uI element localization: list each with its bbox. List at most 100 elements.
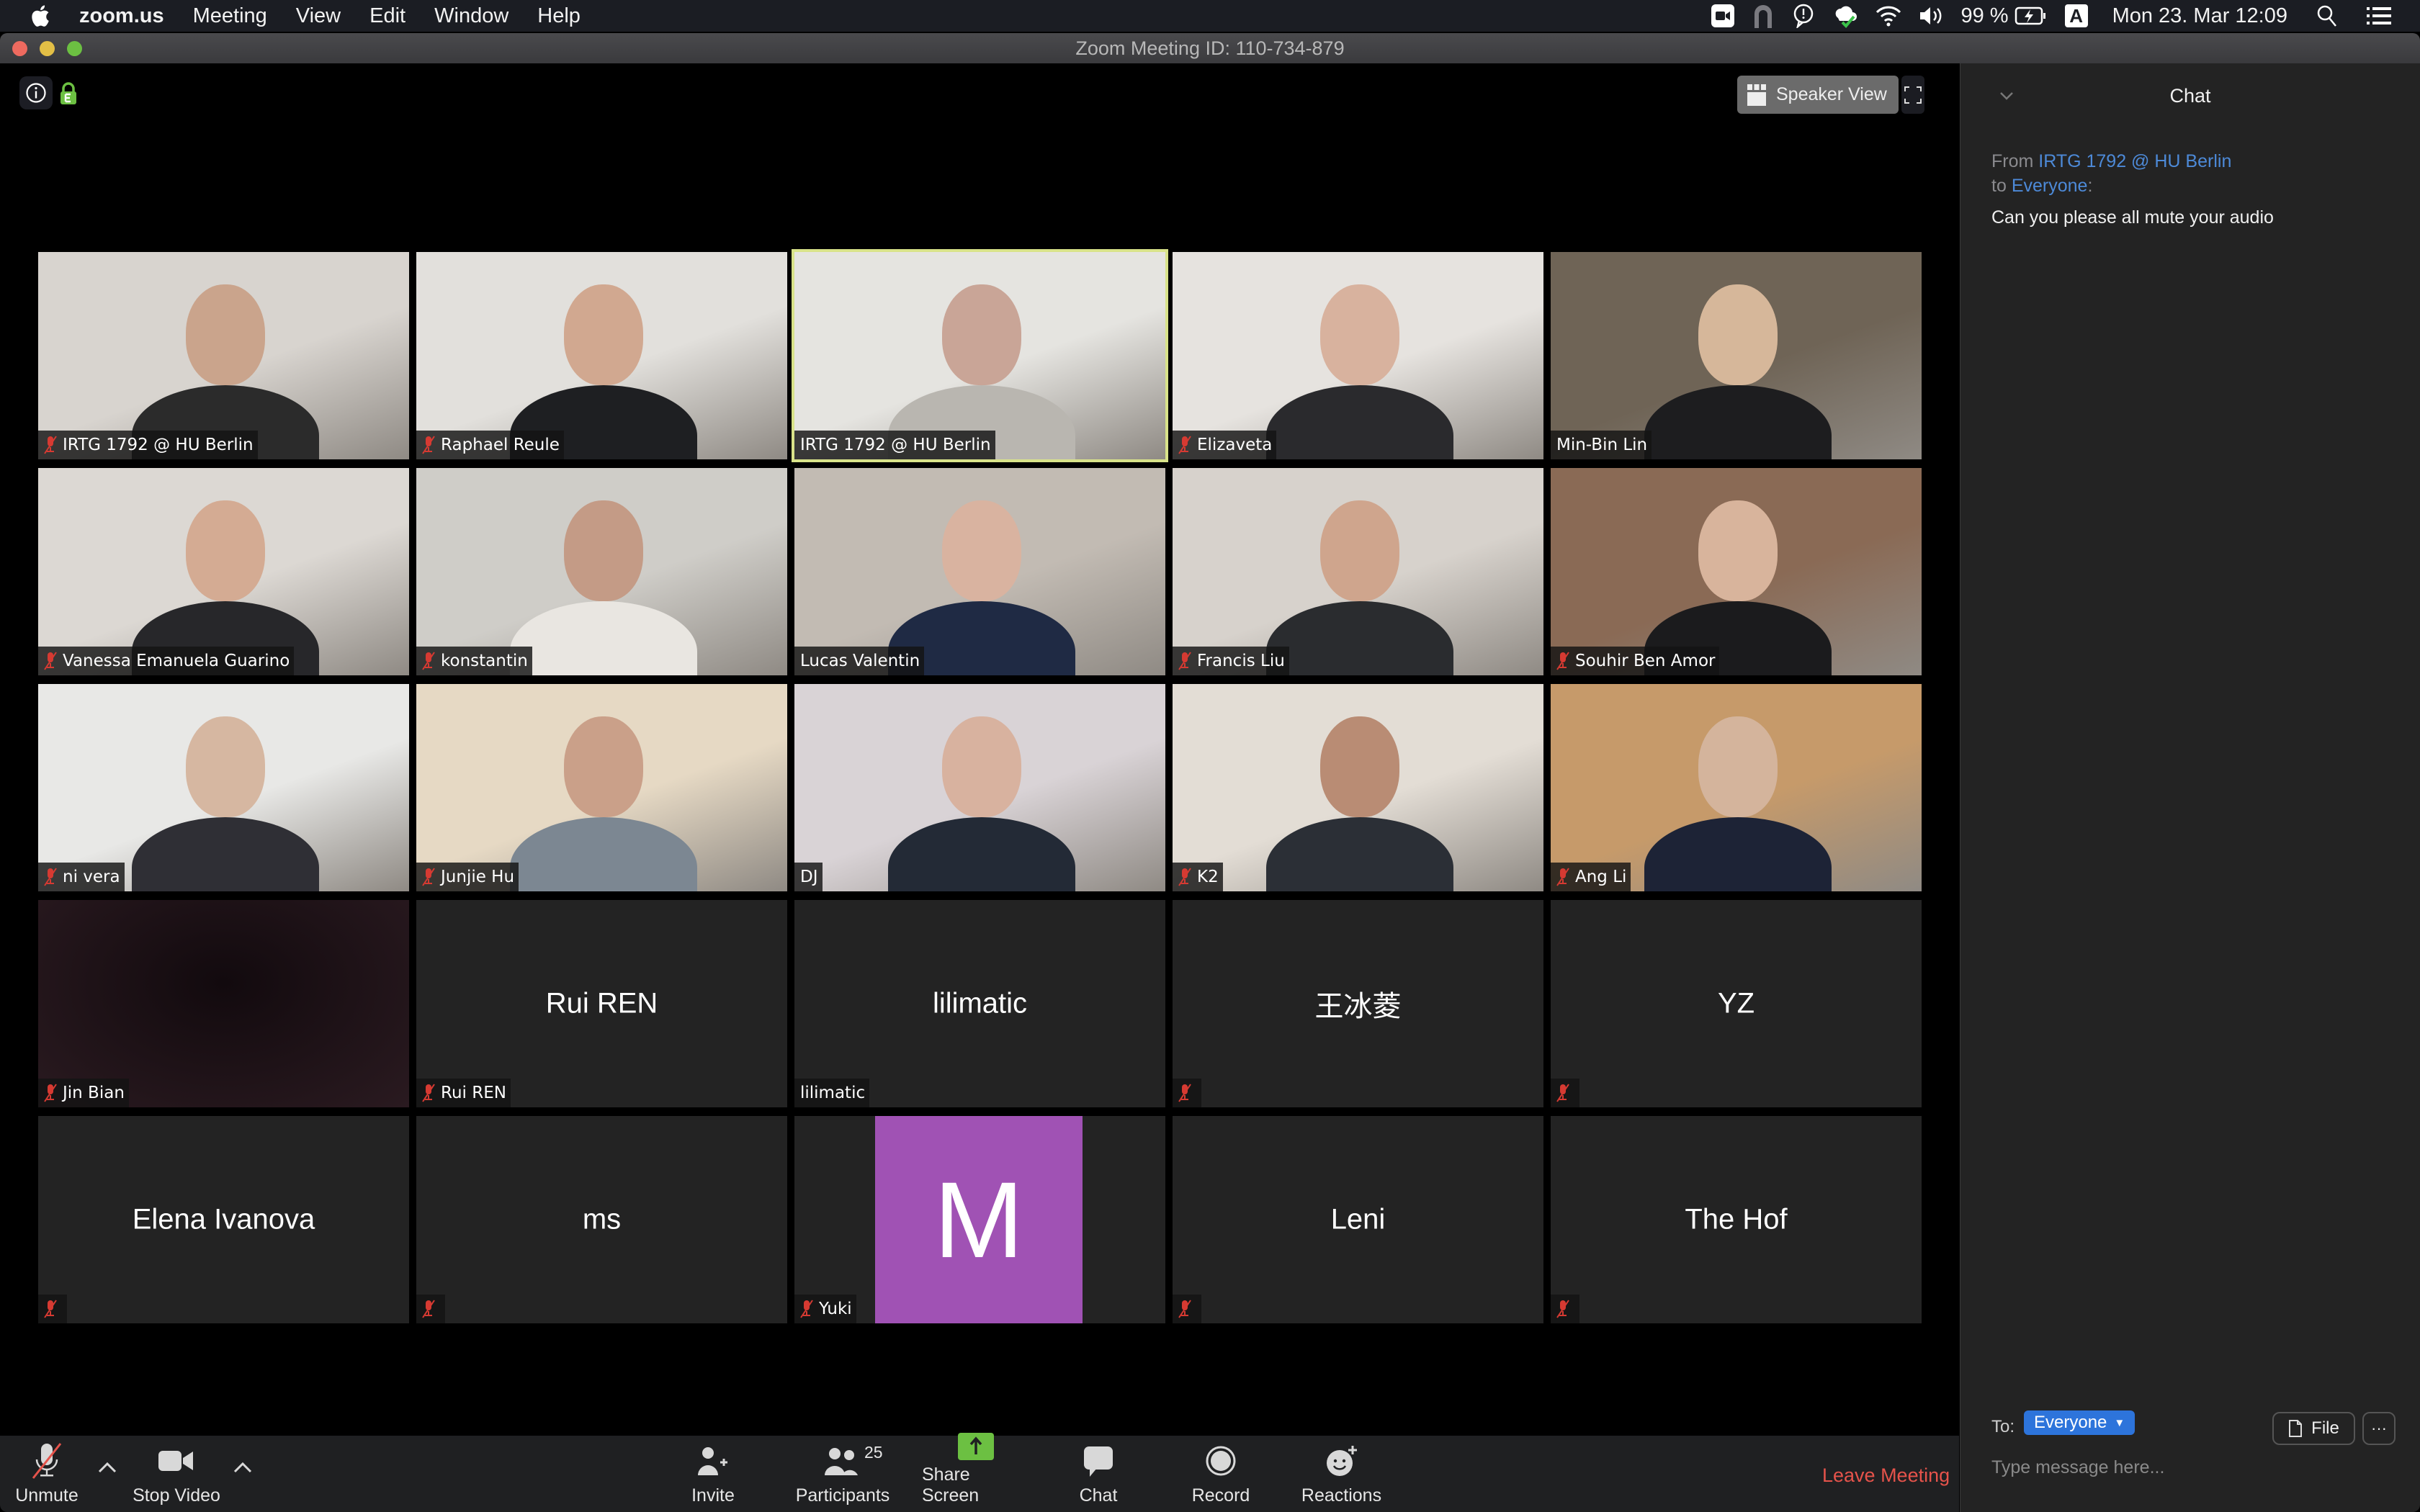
volume-icon[interactable] <box>1919 5 1943 27</box>
chat-more-button[interactable]: ··· <box>2362 1412 2396 1445</box>
menu-app-zoom[interactable]: zoom.us <box>79 4 164 28</box>
battery-charging-icon[interactable] <box>2015 6 2048 26</box>
chat-bubble-icon <box>1084 1446 1113 1477</box>
window-maximize-button[interactable] <box>67 41 82 56</box>
participant-tile[interactable]: IRTG 1792 @ HU Berlin <box>38 252 409 459</box>
leave-meeting-button[interactable]: Leave Meeting <box>1822 1464 1950 1487</box>
participant-name-label: Rui REN <box>416 1079 511 1107</box>
audio-options-caret[interactable] <box>98 1462 117 1477</box>
participant-tile[interactable]: Francis Liu <box>1173 468 1543 675</box>
wifi-icon[interactable] <box>1876 5 1901 27</box>
participant-face <box>186 284 265 385</box>
participants-count-badge: 25 <box>864 1443 883 1462</box>
participant-tile[interactable]: DJ <box>794 684 1165 891</box>
speaker-view-button[interactable]: Speaker View <box>1737 76 1899 114</box>
notification-center-icon[interactable] <box>2367 6 2391 26</box>
video-camera-icon <box>158 1451 193 1471</box>
caret-down-icon: ▼ <box>2114 1416 2125 1429</box>
chevron-up-icon <box>233 1462 252 1473</box>
participant-tile[interactable]: Lucas Valentin <box>794 468 1165 675</box>
record-icon <box>1206 1446 1236 1476</box>
participant-tile[interactable]: Min-Bin Lin <box>1551 252 1922 459</box>
participant-tile[interactable]: M Yuki <box>794 1116 1165 1323</box>
participant-tile[interactable]: Rui REN Rui REN <box>416 900 787 1107</box>
encryption-lock-icon[interactable] <box>60 82 77 109</box>
chat-message-recipient-line: to Everyone: <box>1991 176 2093 196</box>
menu-meeting[interactable]: Meeting <box>193 4 267 28</box>
reactions-button[interactable]: Reactions <box>1296 1436 1386 1512</box>
participants-label: Participants <box>795 1485 890 1506</box>
chat-message-input[interactable] <box>1991 1446 2395 1489</box>
muted-microphone-icon <box>422 1300 435 1318</box>
participant-tile[interactable]: Elizaveta <box>1173 252 1543 459</box>
participant-name-label: Souhir Ben Amor <box>1551 647 1720 675</box>
send-file-button[interactable]: File <box>2272 1412 2355 1445</box>
participant-name-label: IRTG 1792 @ HU Berlin <box>794 431 995 459</box>
participant-name: K2 <box>1197 868 1219 886</box>
muted-microphone-icon <box>44 1084 57 1102</box>
participant-name: IRTG 1792 @ HU Berlin <box>63 436 254 454</box>
menu-window[interactable]: Window <box>434 4 508 28</box>
record-button[interactable]: Record <box>1188 1436 1253 1512</box>
participant-tile[interactable]: Elena Ivanova <box>38 1116 409 1323</box>
participant-tile[interactable]: ms <box>416 1116 787 1323</box>
menu-view[interactable]: View <box>296 4 341 28</box>
participant-tile[interactable]: YZ <box>1551 900 1922 1107</box>
participant-display-name: Rui REN <box>545 987 658 1020</box>
window-minimize-button[interactable] <box>40 41 55 56</box>
participant-tile[interactable]: Leni <box>1173 1116 1543 1323</box>
arch-status-icon[interactable] <box>1752 4 1775 28</box>
window-close-button[interactable] <box>12 41 27 56</box>
participant-name: Min-Bin Lin <box>1556 436 1648 454</box>
video-options-caret[interactable] <box>233 1462 252 1477</box>
participant-tile[interactable]: ni vera <box>38 684 409 891</box>
share-screen-button[interactable]: Share Screen <box>922 1433 1030 1512</box>
participant-tile[interactable]: IRTG 1792 @ HU Berlin <box>792 249 1168 462</box>
participant-tile[interactable]: K2 <box>1173 684 1543 891</box>
participant-display-name: 王冰菱 <box>1314 991 1402 1022</box>
chat-message-sender-line: From IRTG 1792 @ HU Berlin <box>1991 151 2231 172</box>
stop-video-button[interactable]: Stop Video <box>130 1436 223 1512</box>
participant-tile[interactable]: konstantin <box>416 468 787 675</box>
participant-tile[interactable]: Vanessa Emanuela Guarino <box>38 468 409 675</box>
participant-body <box>132 817 319 891</box>
participant-tile[interactable]: Ang Li <box>1551 684 1922 891</box>
chat-sender-link[interactable]: IRTG 1792 @ HU Berlin <box>2038 151 2231 171</box>
participant-tile[interactable]: Raphael Reule <box>416 252 787 459</box>
unmute-label: Unmute <box>15 1485 79 1506</box>
muted-microphone-icon <box>1178 1300 1191 1318</box>
cloud-sync-icon[interactable] <box>1832 4 1858 28</box>
fullscreen-button[interactable] <box>1901 76 1924 114</box>
chat-recipient-link[interactable]: Everyone <box>2012 176 2088 196</box>
participant-body <box>510 817 697 891</box>
battery-percent[interactable]: 99 % <box>1960 4 2008 28</box>
share-screen-label: Share Screen <box>922 1464 980 1506</box>
participant-tile[interactable]: Junjie Hu <box>416 684 787 891</box>
muted-microphone-icon <box>44 1300 57 1318</box>
invite-button[interactable]: Invite <box>684 1436 742 1512</box>
participant-tile[interactable]: lilimatic lilimatic <box>794 900 1165 1107</box>
participant-name-label: IRTG 1792 @ HU Berlin <box>38 431 258 459</box>
participant-video <box>416 252 787 459</box>
zoom-status-icon[interactable] <box>1711 4 1735 27</box>
participant-tile[interactable]: Souhir Ben Amor <box>1551 468 1922 675</box>
participant-tile[interactable]: Jin Bian <box>38 900 409 1107</box>
participant-tile[interactable]: The Hof <box>1551 1116 1922 1323</box>
menu-help[interactable]: Help <box>537 4 581 28</box>
speaker-view-label: Speaker View <box>1776 84 1887 104</box>
menu-clock[interactable]: Mon 23. Mar 12:09 <box>2112 4 2287 28</box>
stop-video-label: Stop Video <box>133 1485 220 1506</box>
chat-button[interactable]: Chat <box>1073 1436 1124 1512</box>
notification-bubble-icon[interactable] <box>1792 4 1815 28</box>
muted-microphone-icon <box>44 652 57 670</box>
input-source-icon[interactable]: A <box>2064 4 2088 27</box>
chat-recipient-dropdown[interactable]: Everyone ▼ <box>2024 1410 2136 1435</box>
participant-tile[interactable]: 王冰菱 <box>1173 900 1543 1107</box>
unmute-button[interactable]: Unmute <box>14 1436 79 1512</box>
apple-logo-icon[interactable] <box>29 4 50 28</box>
spotlight-search-icon[interactable] <box>2316 4 2338 27</box>
menu-edit[interactable]: Edit <box>369 4 405 28</box>
meeting-info-button[interactable] <box>19 76 53 109</box>
participant-name: Elizaveta <box>1197 436 1273 454</box>
participant-video <box>1551 252 1922 459</box>
